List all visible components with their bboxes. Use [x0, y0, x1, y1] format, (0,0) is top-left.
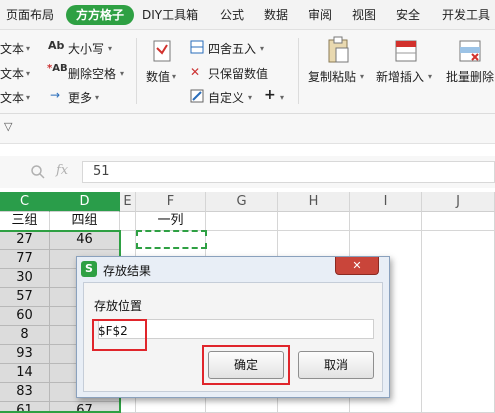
- custom-icon: [190, 89, 204, 103]
- formula-bar: fx 51: [0, 156, 495, 188]
- ok-button-highlight: [202, 345, 290, 385]
- dropdown-arrow-icon[interactable]: ▾: [248, 93, 252, 102]
- store-location-input[interactable]: $F$2: [92, 319, 147, 351]
- dialog-body: 存放位置 $F$2 确定 取消: [83, 282, 383, 392]
- menu-developer-tools[interactable]: 开发工具: [442, 5, 490, 25]
- menu-review[interactable]: 审阅: [308, 5, 332, 25]
- dropdown-arrow-icon[interactable]: ▾: [260, 44, 264, 53]
- cell-j1[interactable]: [422, 212, 495, 231]
- ribbon-text-1[interactable]: 文本: [0, 40, 24, 57]
- column-header-e[interactable]: E: [120, 192, 136, 212]
- cell-c1[interactable]: 三组: [0, 212, 50, 231]
- ribbon-text-3[interactable]: 文本: [0, 89, 24, 106]
- dropdown-arrow-icon[interactable]: ▾: [360, 72, 364, 81]
- zoom-search-icon[interactable]: [30, 164, 46, 180]
- add-button[interactable]: +: [264, 87, 276, 103]
- store-location-label: 存放位置: [94, 299, 143, 313]
- column-header-f[interactable]: F: [136, 192, 206, 212]
- cell-d1[interactable]: 四组: [50, 212, 120, 231]
- collapse-ribbon-icon[interactable]: ▽: [4, 120, 12, 133]
- cell-g1[interactable]: [206, 212, 278, 231]
- round-icon: [190, 40, 204, 54]
- custom-button[interactable]: 自定义: [208, 89, 244, 106]
- fx-icon[interactable]: fx: [56, 163, 68, 178]
- batch-delete-icon: [459, 40, 481, 62]
- menu-data[interactable]: 数据: [264, 5, 288, 25]
- menu-fangfangezi[interactable]: 方方格子: [66, 5, 135, 25]
- column-header-i[interactable]: I: [350, 192, 422, 212]
- round-button[interactable]: 四舍五入: [208, 40, 256, 57]
- ribbon-text-2[interactable]: 文本: [0, 65, 24, 82]
- batch-delete-button[interactable]: 批量删除: [446, 68, 494, 85]
- keep-value-icon: ✕: [190, 65, 201, 79]
- column-j-area[interactable]: [422, 231, 495, 413]
- cancel-button[interactable]: 取消: [298, 351, 374, 379]
- dropdown-arrow-icon[interactable]: ▾: [428, 72, 432, 81]
- ribbon: 文本 ▾ 文本 ▾ 文本 ▾ Ab 大小写 ▾ *AB 删除空格 ▾ → 更多 …: [0, 30, 495, 114]
- cell-h1[interactable]: [278, 212, 350, 231]
- formula-input[interactable]: 51: [82, 161, 495, 183]
- column-header-h[interactable]: H: [278, 192, 350, 212]
- target-cell-marquee: [136, 230, 207, 249]
- ribbon-separator: [298, 38, 299, 104]
- cell-e1[interactable]: [120, 212, 136, 231]
- ribbon-collapse-row: ▽: [0, 114, 495, 144]
- column-header-d[interactable]: D: [50, 192, 120, 212]
- store-result-dialog: S 存放结果 ✕ 存放位置 $F$2 确定 取消: [76, 256, 390, 398]
- more-button[interactable]: 更多: [68, 89, 92, 106]
- app-logo-icon: S: [81, 261, 97, 277]
- numeric-button[interactable]: 数值: [146, 68, 170, 85]
- menu-formula[interactable]: 公式: [220, 5, 244, 25]
- menu-diy-toolbox[interactable]: DIY工具箱: [142, 5, 198, 25]
- close-icon[interactable]: ✕: [335, 257, 379, 275]
- delete-space-icon-text: AB: [52, 63, 68, 74]
- column-header-j[interactable]: J: [422, 192, 495, 212]
- cell-i1[interactable]: [350, 212, 422, 231]
- keep-value-button[interactable]: 只保留数值: [208, 65, 268, 82]
- menu-bar: 页面布局 方方格子 DIY工具箱 公式 数据 审阅 视图 安全 开发工具: [0, 0, 495, 30]
- insert-icon: [395, 40, 417, 62]
- insert-button[interactable]: 新增插入: [376, 68, 424, 85]
- dropdown-arrow-icon[interactable]: ▾: [172, 72, 176, 81]
- dropdown-arrow-icon[interactable]: ▾: [26, 69, 30, 78]
- clipboard-icon: [328, 36, 349, 63]
- menu-security[interactable]: 安全: [396, 5, 420, 25]
- ribbon-separator: [136, 38, 137, 104]
- menu-view[interactable]: 视图: [352, 5, 376, 25]
- dropdown-arrow-icon[interactable]: ▾: [108, 44, 112, 53]
- cell-f1[interactable]: 一列: [136, 212, 206, 231]
- delete-space-icon: *AB: [47, 63, 68, 74]
- case-button[interactable]: 大小写: [68, 40, 104, 57]
- case-icon: Ab: [48, 39, 65, 52]
- delete-space-button[interactable]: 删除空格: [68, 65, 116, 82]
- dropdown-arrow-icon[interactable]: ▾: [280, 93, 284, 102]
- dropdown-arrow-icon[interactable]: ▾: [95, 93, 99, 102]
- dropdown-arrow-icon[interactable]: ▾: [26, 44, 30, 53]
- column-header-c[interactable]: C: [0, 192, 50, 212]
- arrow-right-icon: →: [50, 88, 61, 102]
- dropdown-arrow-icon[interactable]: ▾: [26, 93, 30, 102]
- numeric-icon: [153, 40, 171, 62]
- column-header-g[interactable]: G: [206, 192, 278, 212]
- dialog-title: 存放结果: [103, 264, 152, 278]
- dropdown-arrow-icon[interactable]: ▾: [120, 69, 124, 78]
- copy-paste-button[interactable]: 复制粘贴: [308, 68, 356, 85]
- menu-page-layout[interactable]: 页面布局: [6, 5, 54, 25]
